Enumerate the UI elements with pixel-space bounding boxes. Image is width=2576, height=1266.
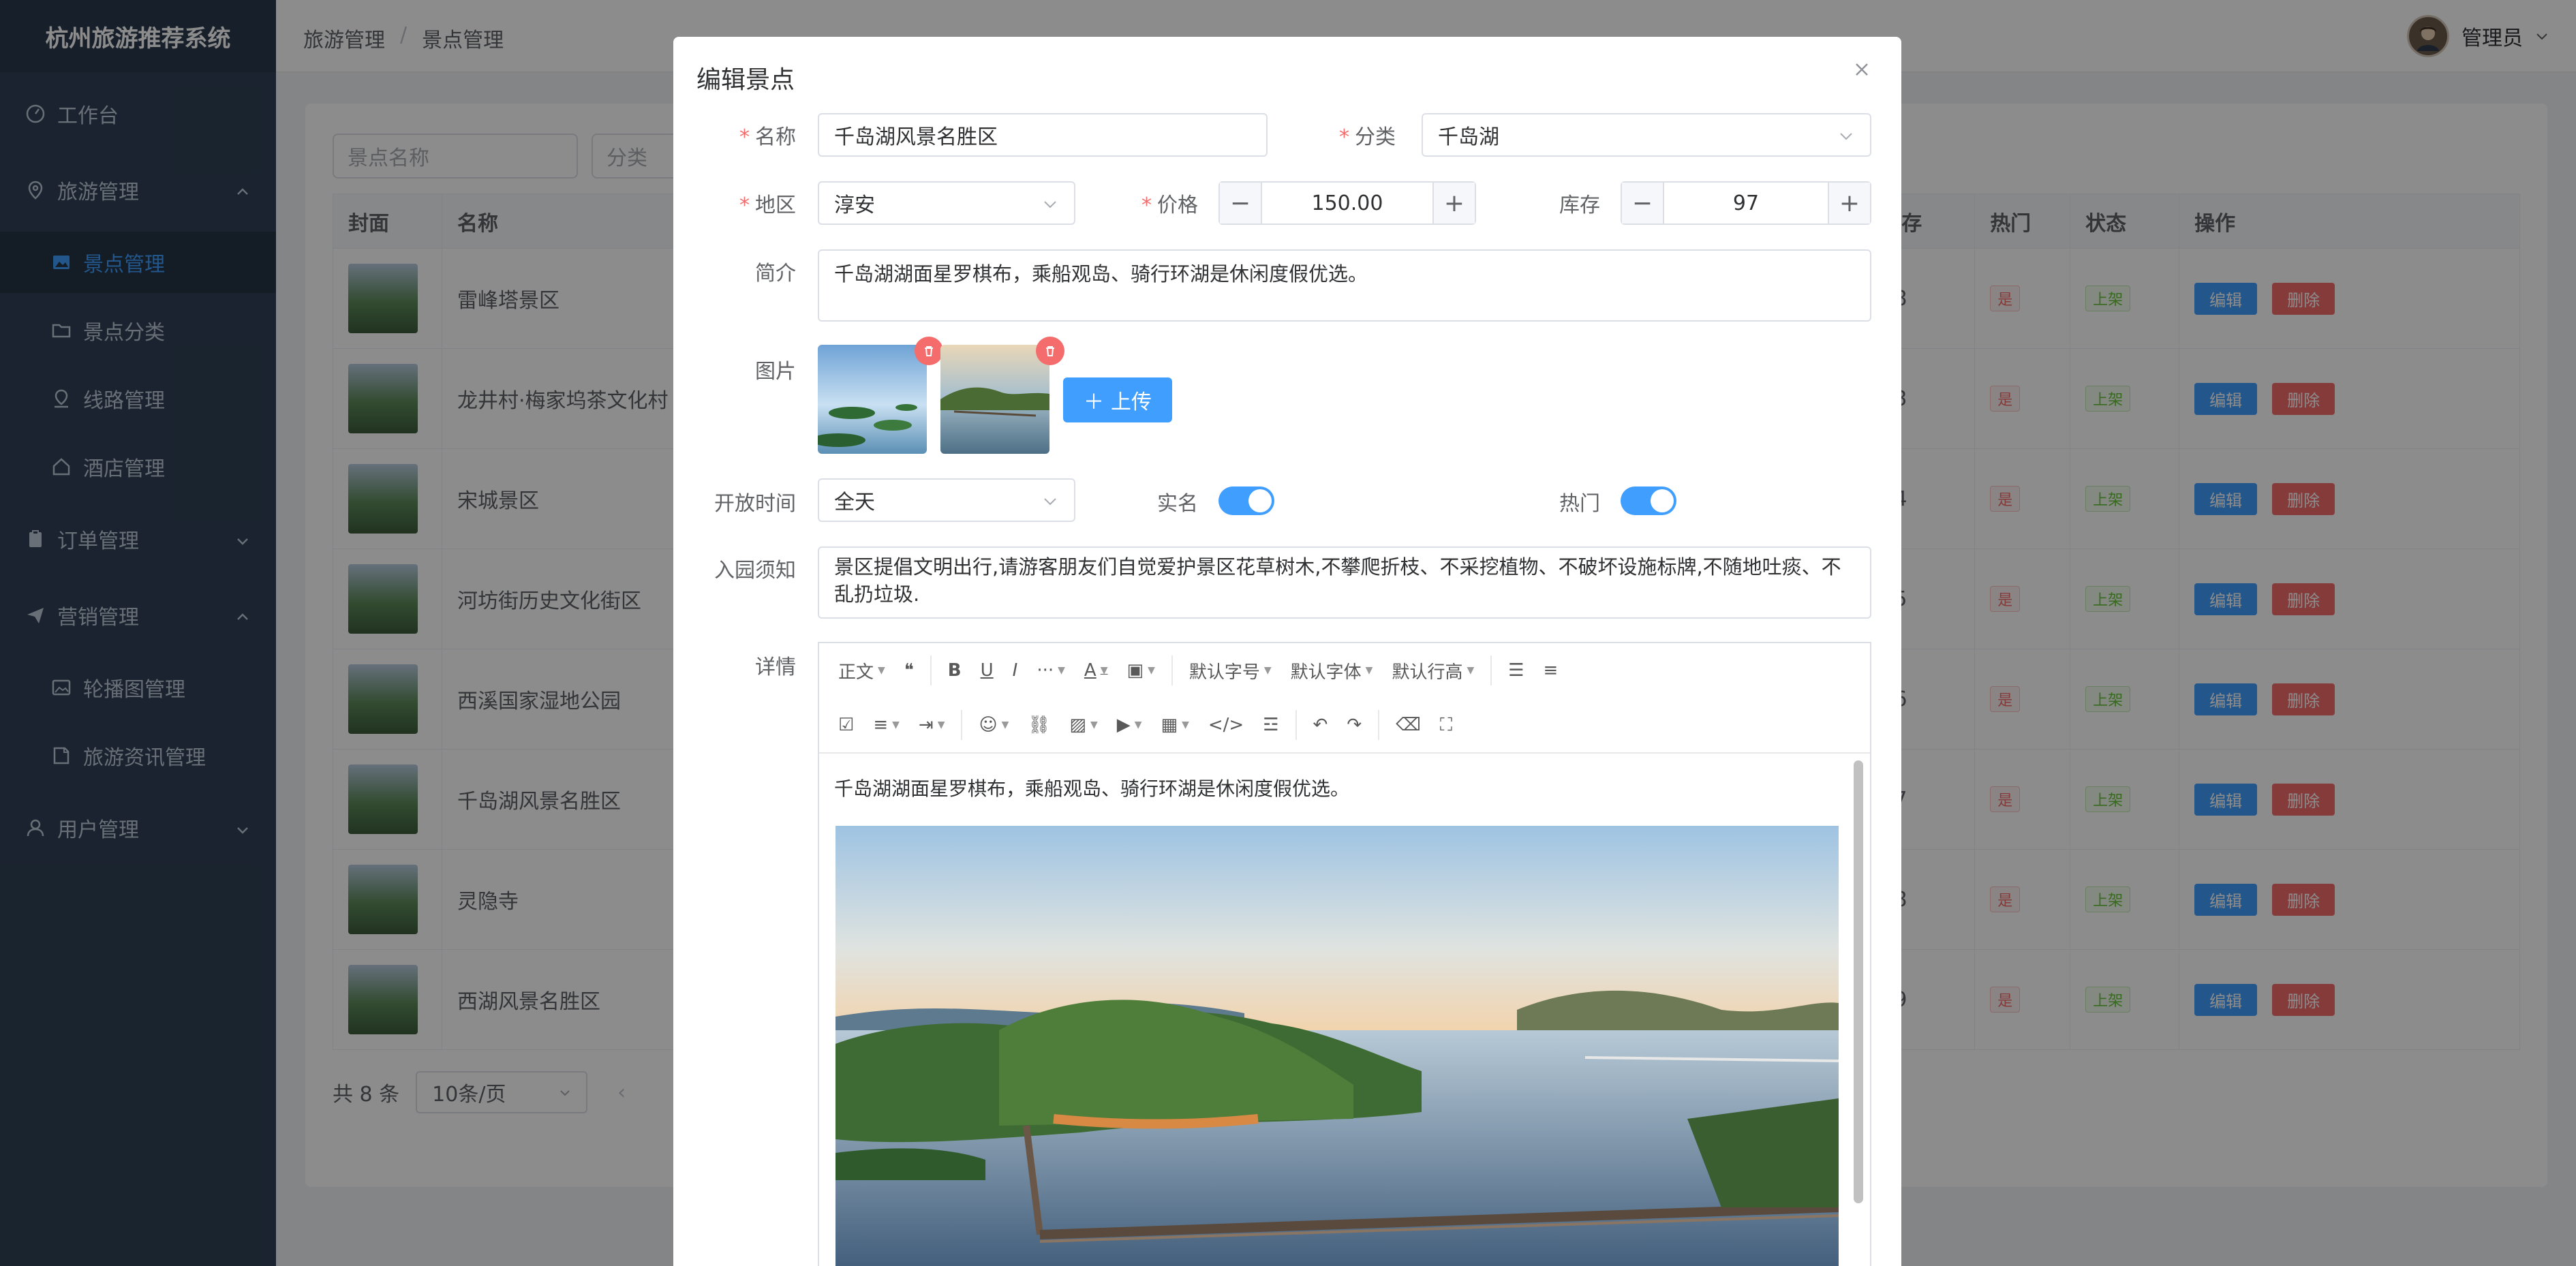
- editor-toolbar-row-2: ☑ ≡ ▼ ⇥ ▼ ☺ ▼ ⛓ ▨ ▼ ▶ ▼ ▦ ▼ </> ☲ ↶ ↷ ⌫ ⛶: [819, 698, 1870, 752]
- font-size-dropdown[interactable]: 默认字号 ▼: [1180, 650, 1281, 691]
- bold-icon[interactable]: B: [938, 650, 971, 691]
- close-icon[interactable]: [1848, 56, 1875, 83]
- editor-paragraph[interactable]: 千岛湖湖面星罗棋布，乘船观岛、骑行环湖是休闲度假优选。: [834, 774, 1349, 801]
- switch-knob: [1248, 489, 1272, 512]
- open-time-label: 开放时间: [714, 492, 796, 516]
- realname-switch[interactable]: [1218, 487, 1274, 515]
- notice-textarea[interactable]: 景区提倡文明出行,请游客朋友们自觉爱护景区花草树木,不攀爬折枝、不采挖植物、不破…: [818, 546, 1871, 619]
- editor-toolbar-row-1: 正文 ▼ ❝ B U I ··· ▼ A ▼ ▣ ▼ 默认字号 ▼ 默认字体 ▼ 默认行高 ▼…: [819, 643, 1870, 698]
- delete-image-2-icon[interactable]: [1036, 337, 1064, 365]
- notice-label: 入园须知: [714, 559, 796, 583]
- toolbar-divider: [1378, 710, 1380, 740]
- background-color-icon[interactable]: ▣ ▼: [1117, 650, 1164, 691]
- images-label: 图片: [755, 360, 796, 384]
- underline-icon[interactable]: U: [971, 650, 1003, 691]
- editor-embedded-image[interactable]: [835, 826, 1839, 1266]
- toolbar-divider: [961, 710, 963, 740]
- fullscreen-icon[interactable]: ⛶: [1430, 705, 1462, 745]
- indent-icon[interactable]: ⇥ ▼: [909, 705, 955, 745]
- emoji-icon[interactable]: ☺ ▼: [969, 705, 1018, 745]
- name-input[interactable]: 千岛湖风景名胜区: [818, 113, 1268, 157]
- toolbar-divider: [1295, 710, 1297, 740]
- region-value: 淳安: [834, 194, 875, 217]
- rich-text-editor: 正文 ▼ ❝ B U I ··· ▼ A ▼ ▣ ▼ 默认字号 ▼ 默认字体 ▼ 默认行高 ▼…: [818, 642, 1871, 1266]
- chevron-down-icon: [1837, 127, 1855, 151]
- numbered-list-icon[interactable]: ≡: [1534, 650, 1568, 691]
- font-color-icon[interactable]: A ▼: [1075, 650, 1118, 691]
- detail-label: 详情: [755, 655, 796, 679]
- name-label: * 名称: [739, 125, 796, 149]
- clear-format-icon[interactable]: ⌫: [1386, 705, 1430, 745]
- toolbar-divider: [1171, 655, 1173, 685]
- chevron-down-icon: [1041, 195, 1059, 219]
- minus-icon[interactable]: −: [1622, 183, 1664, 223]
- line-height-dropdown[interactable]: 默认行高 ▼: [1382, 650, 1484, 691]
- plus-icon[interactable]: +: [1432, 183, 1475, 223]
- code-icon[interactable]: </>: [1199, 705, 1253, 745]
- price-label: * 价格: [1141, 194, 1198, 217]
- category-label: * 分类: [1339, 125, 1396, 149]
- stock-label: 库存: [1559, 194, 1600, 217]
- stock-value[interactable]: 97: [1664, 183, 1828, 223]
- hot-label: 热门: [1559, 492, 1600, 516]
- font-family-dropdown[interactable]: 默认字体 ▼: [1281, 650, 1383, 691]
- image-thumbnail-1: [818, 345, 927, 454]
- edit-scenic-dialog: 编辑景点 * 名称 千岛湖风景名胜区 * 分类 千岛湖 * 地区 淳安 * 价格 − 1…: [673, 37, 1901, 1266]
- more-icon[interactable]: ··· ▼: [1027, 650, 1075, 691]
- upload-button[interactable]: ＋ 上传: [1063, 377, 1172, 422]
- image-thumbnail-2: [940, 345, 1049, 454]
- dialog-title: 编辑景点: [696, 66, 795, 94]
- undo-icon[interactable]: ↶: [1304, 705, 1338, 745]
- align-icon[interactable]: ≡ ▼: [863, 705, 909, 745]
- hot-switch[interactable]: [1621, 487, 1676, 515]
- region-label: * 地区: [739, 194, 796, 217]
- insert-table-icon[interactable]: ▦ ▼: [1152, 705, 1199, 745]
- open-time-select[interactable]: 全天: [818, 478, 1075, 522]
- realname-label: 实名: [1157, 492, 1198, 516]
- toolbar-divider: [1490, 655, 1492, 685]
- category-select[interactable]: 千岛湖: [1422, 113, 1871, 157]
- minus-icon[interactable]: −: [1220, 183, 1262, 223]
- editor-scrollbar[interactable]: [1854, 760, 1863, 1203]
- upload-label: 上传: [1111, 390, 1152, 414]
- price-stepper[interactable]: − 150.00 +: [1218, 181, 1476, 225]
- intro-label: 简介: [755, 262, 796, 285]
- category-value: 千岛湖: [1438, 125, 1499, 149]
- paragraph-style-dropdown[interactable]: 正文 ▼: [829, 650, 895, 691]
- divider-line-icon[interactable]: ☲: [1253, 705, 1288, 745]
- editor-content[interactable]: 千岛湖湖面星罗棋布，乘船观岛、骑行环湖是休闲度假优选。: [819, 752, 1870, 1266]
- redo-icon[interactable]: ↷: [1337, 705, 1371, 745]
- toolbar-divider: [930, 655, 932, 685]
- stock-stepper[interactable]: − 97 +: [1621, 181, 1871, 225]
- bulleted-list-icon[interactable]: ☰: [1499, 650, 1533, 691]
- todo-checkbox-icon[interactable]: ☑: [829, 705, 863, 745]
- plus-icon: ＋: [1084, 390, 1104, 414]
- insert-image-icon[interactable]: ▨ ▼: [1060, 705, 1107, 745]
- insert-video-icon[interactable]: ▶ ▼: [1107, 705, 1152, 745]
- quote-icon[interactable]: ❝: [895, 650, 923, 691]
- chevron-down-icon: [1041, 492, 1059, 516]
- delete-image-1-icon[interactable]: [915, 337, 943, 365]
- switch-knob: [1651, 489, 1674, 512]
- price-value[interactable]: 150.00: [1262, 183, 1432, 223]
- open-time-value: 全天: [834, 491, 875, 514]
- region-select[interactable]: 淳安: [818, 181, 1075, 225]
- link-icon[interactable]: ⛓: [1018, 705, 1060, 745]
- plus-icon[interactable]: +: [1828, 183, 1870, 223]
- italic-icon[interactable]: I: [1003, 650, 1028, 691]
- intro-textarea[interactable]: 千岛湖湖面星罗棋布，乘船观岛、骑行环湖是休闲度假优选。: [818, 249, 1871, 322]
